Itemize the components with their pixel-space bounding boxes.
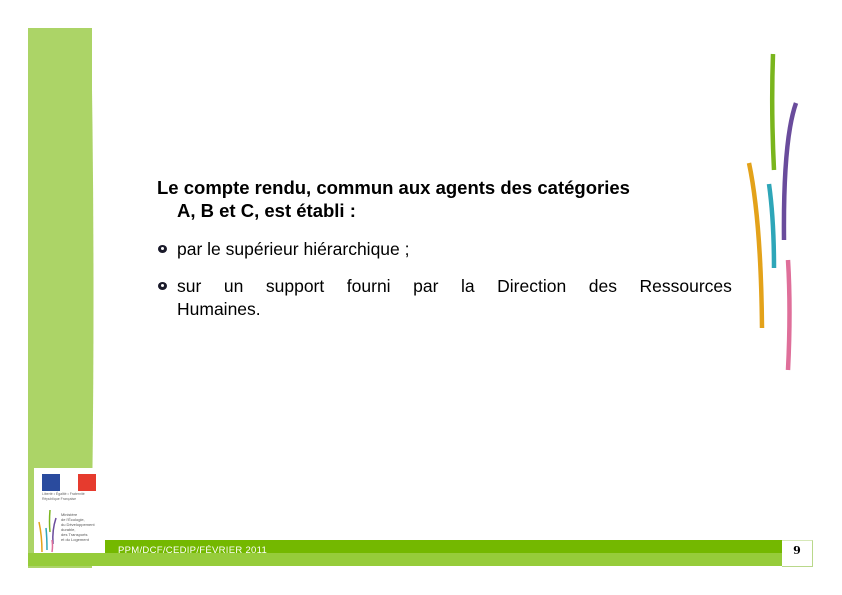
bullet-icon — [158, 245, 167, 253]
stripe-green — [769, 53, 777, 171]
footer-left-strip — [28, 553, 108, 566]
page-number-box: 9 — [782, 540, 813, 567]
word: un — [223, 276, 244, 296]
bullet-text-line-1: sur un support fourni par la Direction d… — [177, 275, 732, 298]
slide-heading: Le compte rendu, commun aux agents des c… — [157, 176, 732, 222]
stripe-teal — [766, 183, 777, 269]
ministry-logo: Liberté • Égalité • Fraternité Républiqu… — [34, 468, 104, 553]
stripe-purple — [781, 102, 799, 241]
bullet-icon — [158, 282, 167, 290]
bullet-item: sur un support fourni par la Direction d… — [157, 275, 732, 321]
logo-stripes-icon — [38, 509, 57, 553]
marianne-flag-icon — [42, 474, 96, 491]
slide-content: Le compte rendu, commun aux agents des c… — [157, 176, 732, 335]
stripe-orange — [746, 162, 765, 329]
word: fourni — [346, 276, 391, 296]
word: Direction — [497, 276, 567, 296]
bullet-text: par le supérieur hiérarchique ; — [177, 239, 410, 259]
decorative-stripes — [746, 53, 799, 371]
heading-line-1: Le compte rendu, commun aux agents des c… — [157, 177, 630, 198]
heading-line-2: A, B et C, est établi : — [177, 200, 356, 221]
word: la — [460, 276, 475, 296]
bullet-item: par le supérieur hiérarchique ; — [157, 238, 732, 261]
ministry-line: et du Logement — [61, 537, 89, 542]
word: par — [413, 276, 439, 296]
word: des — [588, 276, 617, 296]
word: Ressources — [639, 276, 732, 296]
page-number: 9 — [793, 544, 801, 557]
logo-ministry-name: Ministère de l'Écologie, du Développemen… — [61, 512, 103, 542]
stripe-pink — [785, 259, 792, 371]
logo-caption: Liberté • Égalité • Fraternité Républiqu… — [42, 492, 85, 501]
bullet-text-line-2: Humaines. — [177, 299, 261, 319]
footer-text: PPM/DCF/CEDIP/FÉVRIER 2011 — [118, 545, 268, 556]
bullet-list: par le supérieur hiérarchique ; sur un s… — [157, 238, 732, 321]
word: support — [265, 276, 325, 296]
word: sur — [177, 276, 202, 296]
